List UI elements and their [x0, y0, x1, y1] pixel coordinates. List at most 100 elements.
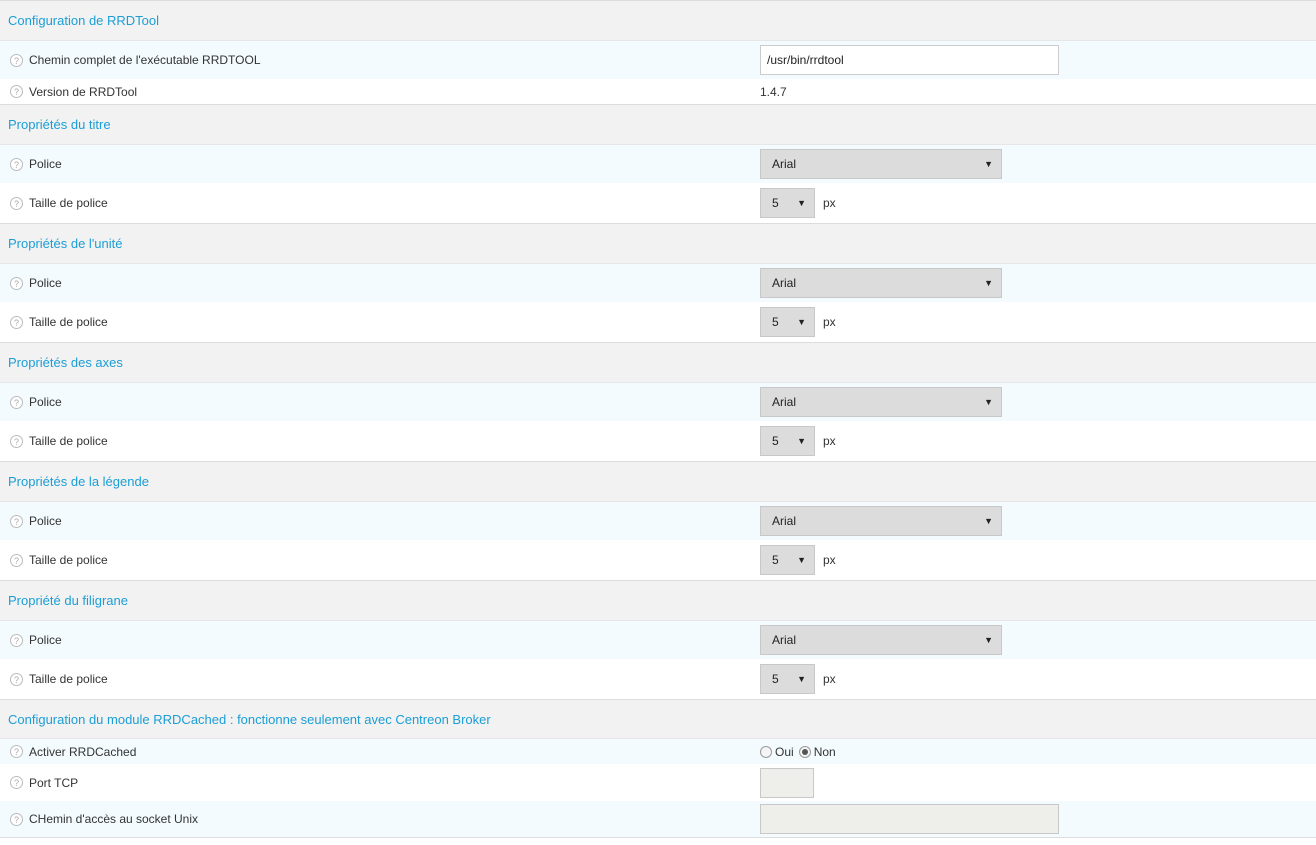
titre-font-select[interactable]: Arial ▼: [760, 149, 1002, 179]
section-header-legende: Propriétés de la légende: [0, 461, 1316, 502]
field-label: Police: [29, 514, 62, 528]
help-icon[interactable]: ?: [10, 812, 23, 826]
help-icon[interactable]: ?: [10, 434, 23, 448]
help-icon[interactable]: ?: [10, 633, 23, 647]
help-icon[interactable]: ?: [10, 53, 23, 67]
select-value: Arial: [772, 514, 797, 528]
section-title: Configuration du module RRDCached : fonc…: [8, 711, 491, 727]
rrdtool-version-value: 1.4.7: [760, 84, 787, 99]
field-row-unite-police: ? Police Arial ▼: [0, 264, 1316, 302]
help-icon[interactable]: ?: [10, 196, 23, 210]
help-icon[interactable]: ?: [10, 553, 23, 567]
help-icon[interactable]: ?: [10, 776, 23, 789]
caret-down-icon: ▼: [984, 397, 993, 407]
tcp-port-input[interactable]: [760, 767, 814, 798]
section-title: Propriétés de la légende: [8, 474, 149, 489]
caret-down-icon: ▼: [984, 516, 993, 526]
caret-down-icon: ▼: [984, 159, 993, 169]
unit-label: px: [823, 553, 836, 567]
select-value: Arial: [772, 157, 797, 171]
section-title: Propriété du filigrane: [8, 593, 128, 608]
section-header-rrdtool: Configuration de RRDTool: [0, 0, 1316, 41]
caret-down-icon: ▼: [797, 198, 806, 208]
field-row-rrdcached-port: ? Port TCP: [0, 764, 1316, 801]
radio-oui-label[interactable]: Oui: [775, 745, 794, 759]
field-label: Version de RRDTool: [29, 84, 138, 99]
caret-down-icon: ▼: [797, 436, 806, 446]
radio-non-label[interactable]: Non: [814, 745, 836, 759]
caret-down-icon: ▼: [797, 674, 806, 684]
select-value: Arial: [772, 395, 797, 409]
unite-font-select[interactable]: Arial ▼: [760, 268, 1002, 298]
field-label: CHemin d'accès au socket Unix: [29, 812, 199, 826]
field-label: Police: [29, 633, 62, 647]
select-value: 5: [772, 196, 779, 210]
field-label: Police: [29, 395, 62, 409]
unite-size-select[interactable]: 5 ▼: [760, 307, 815, 337]
radio-non[interactable]: [798, 745, 811, 758]
section-header-rrdcached: Configuration du module RRDCached : fonc…: [0, 699, 1316, 739]
filigrane-font-select[interactable]: Arial ▼: [760, 625, 1002, 655]
field-row-legende-police: ? Police Arial ▼: [0, 502, 1316, 540]
help-icon[interactable]: ?: [10, 157, 23, 171]
field-row-legende-taille: ? Taille de police 5 ▼ px: [0, 540, 1316, 580]
help-icon[interactable]: ?: [10, 672, 23, 686]
axes-size-select[interactable]: 5 ▼: [760, 426, 815, 456]
field-row-rrdcached-socket: ? CHemin d'accès au socket Unix: [0, 801, 1316, 838]
help-icon[interactable]: ?: [10, 514, 23, 528]
select-value: 5: [772, 315, 779, 329]
field-row-titre-police: ? Police Arial ▼: [0, 145, 1316, 183]
rrdtool-path-input[interactable]: [760, 45, 1059, 75]
field-label: Taille de police: [29, 434, 108, 448]
section-header-filigrane: Propriété du filigrane: [0, 580, 1316, 621]
section-title: Propriétés de l'unité: [8, 236, 123, 251]
field-label: Activer RRDCached: [29, 744, 137, 759]
field-row-titre-taille: ? Taille de police 5 ▼ px: [0, 183, 1316, 223]
unix-socket-input[interactable]: [760, 804, 1059, 834]
field-label: Taille de police: [29, 196, 108, 210]
select-value: 5: [772, 672, 779, 686]
legende-size-select[interactable]: 5 ▼: [760, 545, 815, 575]
filigrane-size-select[interactable]: 5 ▼: [760, 664, 815, 694]
caret-down-icon: ▼: [984, 278, 993, 288]
help-icon[interactable]: ?: [10, 315, 23, 329]
axes-font-select[interactable]: Arial ▼: [760, 387, 1002, 417]
field-label: Taille de police: [29, 672, 108, 686]
field-label: Taille de police: [29, 553, 108, 567]
select-value: 5: [772, 434, 779, 448]
caret-down-icon: ▼: [797, 555, 806, 565]
select-value: Arial: [772, 633, 797, 647]
field-row-rrdcached-enable: ? Activer RRDCached Oui Non: [0, 739, 1316, 764]
unit-label: px: [823, 434, 836, 448]
field-row-filigrane-police: ? Police Arial ▼: [0, 621, 1316, 659]
field-row-unite-taille: ? Taille de police 5 ▼ px: [0, 302, 1316, 342]
field-label: Chemin complet de l'exécutable RRDTOOL: [29, 53, 261, 67]
unit-label: px: [823, 672, 836, 686]
select-value: Arial: [772, 276, 797, 290]
field-label: Police: [29, 157, 62, 171]
section-title: Configuration de RRDTool: [8, 13, 160, 28]
help-icon[interactable]: ?: [10, 745, 23, 758]
field-label: Police: [29, 276, 62, 290]
unit-label: px: [823, 315, 836, 329]
section-header-titre: Propriétés du titre: [0, 104, 1316, 145]
help-icon[interactable]: ?: [10, 276, 23, 290]
legende-font-select[interactable]: Arial ▼: [760, 506, 1002, 536]
unit-label: px: [823, 196, 836, 210]
section-header-unite: Propriétés de l'unité: [0, 223, 1316, 264]
field-label: Taille de police: [29, 315, 108, 329]
radio-oui[interactable]: [760, 745, 772, 758]
titre-size-select[interactable]: 5 ▼: [760, 188, 815, 218]
section-title: Propriétés du titre: [8, 117, 111, 132]
section-title: Propriétés des axes: [8, 355, 123, 370]
field-label: Port TCP: [29, 775, 79, 790]
field-row-filigrane-taille: ? Taille de police 5 ▼ px: [0, 659, 1316, 699]
caret-down-icon: ▼: [984, 635, 993, 645]
field-row-axes-police: ? Police Arial ▼: [0, 383, 1316, 421]
field-row-axes-taille: ? Taille de police 5 ▼ px: [0, 421, 1316, 461]
caret-down-icon: ▼: [797, 317, 806, 327]
help-icon[interactable]: ?: [10, 395, 23, 409]
select-value: 5: [772, 553, 779, 567]
help-icon[interactable]: ?: [10, 85, 23, 98]
section-header-axes: Propriétés des axes: [0, 342, 1316, 383]
